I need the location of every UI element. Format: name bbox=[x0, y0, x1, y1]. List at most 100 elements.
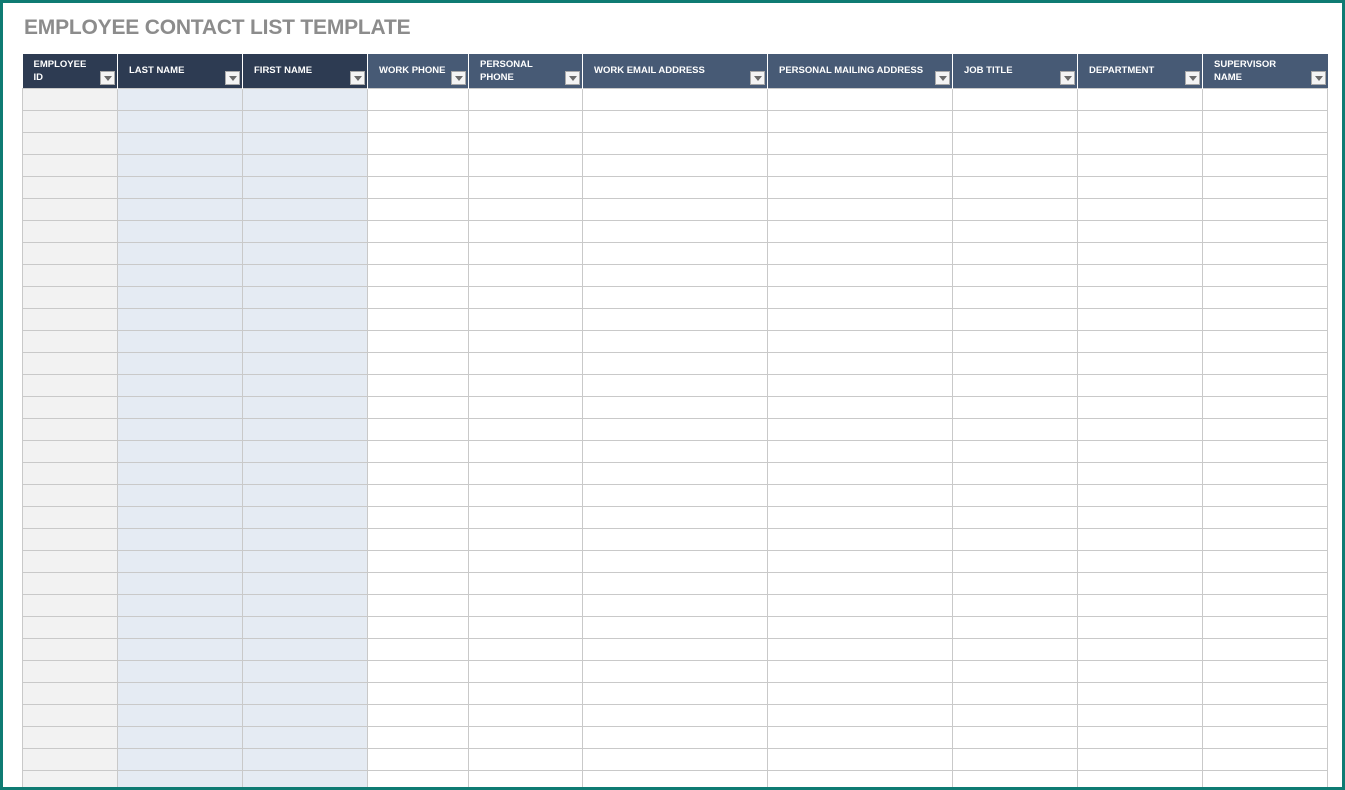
cell-personal-phone[interactable] bbox=[468, 549, 583, 573]
cell-work-phone[interactable] bbox=[367, 439, 469, 463]
cell-personal-mailing[interactable] bbox=[767, 505, 953, 529]
cell-first-name[interactable] bbox=[242, 175, 368, 199]
cell-supervisor-name[interactable] bbox=[1202, 175, 1328, 199]
cell-department[interactable] bbox=[1077, 747, 1203, 771]
cell-supervisor-name[interactable] bbox=[1202, 439, 1328, 463]
cell-personal-phone[interactable] bbox=[468, 725, 583, 749]
cell-first-name[interactable] bbox=[242, 571, 368, 595]
cell-work-phone[interactable] bbox=[367, 395, 469, 419]
cell-job-title[interactable] bbox=[952, 637, 1078, 661]
cell-work-phone[interactable] bbox=[367, 571, 469, 595]
cell-department[interactable] bbox=[1077, 109, 1203, 133]
cell-work-email[interactable] bbox=[582, 263, 768, 287]
cell-department[interactable] bbox=[1077, 153, 1203, 177]
cell-first-name[interactable] bbox=[242, 505, 368, 529]
cell-personal-mailing[interactable] bbox=[767, 263, 953, 287]
cell-employee-id[interactable] bbox=[22, 615, 118, 639]
cell-job-title[interactable] bbox=[952, 307, 1078, 331]
cell-last-name[interactable] bbox=[117, 483, 243, 507]
cell-job-title[interactable] bbox=[952, 571, 1078, 595]
cell-supervisor-name[interactable] bbox=[1202, 659, 1328, 683]
cell-work-phone[interactable] bbox=[367, 175, 469, 199]
cell-personal-mailing[interactable] bbox=[767, 747, 953, 771]
cell-work-email[interactable] bbox=[582, 769, 768, 787]
cell-employee-id[interactable] bbox=[22, 505, 118, 529]
cell-job-title[interactable] bbox=[952, 461, 1078, 485]
cell-job-title[interactable] bbox=[952, 109, 1078, 133]
cell-employee-id[interactable] bbox=[22, 175, 118, 199]
cell-job-title[interactable] bbox=[952, 395, 1078, 419]
cell-department[interactable] bbox=[1077, 637, 1203, 661]
cell-personal-mailing[interactable] bbox=[767, 549, 953, 573]
cell-supervisor-name[interactable] bbox=[1202, 549, 1328, 573]
cell-department[interactable] bbox=[1077, 197, 1203, 221]
cell-employee-id[interactable] bbox=[22, 527, 118, 551]
cell-last-name[interactable] bbox=[117, 131, 243, 155]
cell-last-name[interactable] bbox=[117, 527, 243, 551]
cell-work-phone[interactable] bbox=[367, 373, 469, 397]
cell-employee-id[interactable] bbox=[22, 153, 118, 177]
cell-supervisor-name[interactable] bbox=[1202, 153, 1328, 177]
cell-work-email[interactable] bbox=[582, 725, 768, 749]
cell-last-name[interactable] bbox=[117, 505, 243, 529]
cell-personal-mailing[interactable] bbox=[767, 637, 953, 661]
cell-personal-phone[interactable] bbox=[468, 351, 583, 375]
cell-supervisor-name[interactable] bbox=[1202, 285, 1328, 309]
cell-last-name[interactable] bbox=[117, 307, 243, 331]
cell-department[interactable] bbox=[1077, 483, 1203, 507]
cell-department[interactable] bbox=[1077, 241, 1203, 265]
cell-last-name[interactable] bbox=[117, 285, 243, 309]
cell-department[interactable] bbox=[1077, 263, 1203, 287]
cell-job-title[interactable] bbox=[952, 263, 1078, 287]
cell-work-email[interactable] bbox=[582, 505, 768, 529]
cell-work-phone[interactable] bbox=[367, 703, 469, 727]
cell-job-title[interactable] bbox=[952, 197, 1078, 221]
cell-supervisor-name[interactable] bbox=[1202, 395, 1328, 419]
cell-personal-mailing[interactable] bbox=[767, 219, 953, 243]
cell-job-title[interactable] bbox=[952, 505, 1078, 529]
cell-department[interactable] bbox=[1077, 527, 1203, 551]
cell-last-name[interactable] bbox=[117, 637, 243, 661]
cell-job-title[interactable] bbox=[952, 175, 1078, 199]
cell-personal-mailing[interactable] bbox=[767, 527, 953, 551]
cell-work-phone[interactable] bbox=[367, 131, 469, 155]
cell-personal-mailing[interactable] bbox=[767, 307, 953, 331]
cell-job-title[interactable] bbox=[952, 769, 1078, 787]
cell-work-email[interactable] bbox=[582, 153, 768, 177]
cell-work-phone[interactable] bbox=[367, 659, 469, 683]
cell-personal-phone[interactable] bbox=[468, 747, 583, 771]
cell-personal-phone[interactable] bbox=[468, 329, 583, 353]
cell-first-name[interactable] bbox=[242, 725, 368, 749]
filter-dropdown-icon[interactable] bbox=[935, 70, 950, 85]
cell-work-phone[interactable] bbox=[367, 153, 469, 177]
cell-work-email[interactable] bbox=[582, 549, 768, 573]
cell-work-phone[interactable] bbox=[367, 329, 469, 353]
cell-last-name[interactable] bbox=[117, 329, 243, 353]
cell-supervisor-name[interactable] bbox=[1202, 615, 1328, 639]
cell-department[interactable] bbox=[1077, 681, 1203, 705]
cell-supervisor-name[interactable] bbox=[1202, 571, 1328, 595]
cell-work-email[interactable] bbox=[582, 747, 768, 771]
cell-first-name[interactable] bbox=[242, 769, 368, 787]
filter-dropdown-icon[interactable] bbox=[1185, 70, 1200, 85]
cell-first-name[interactable] bbox=[242, 681, 368, 705]
cell-employee-id[interactable] bbox=[22, 285, 118, 309]
cell-supervisor-name[interactable] bbox=[1202, 373, 1328, 397]
cell-work-email[interactable] bbox=[582, 395, 768, 419]
cell-first-name[interactable] bbox=[242, 615, 368, 639]
cell-job-title[interactable] bbox=[952, 681, 1078, 705]
cell-first-name[interactable] bbox=[242, 395, 368, 419]
cell-personal-mailing[interactable] bbox=[767, 417, 953, 441]
filter-dropdown-icon[interactable] bbox=[451, 70, 466, 85]
cell-work-phone[interactable] bbox=[367, 725, 469, 749]
cell-department[interactable] bbox=[1077, 417, 1203, 441]
cell-department[interactable] bbox=[1077, 505, 1203, 529]
cell-personal-phone[interactable] bbox=[468, 219, 583, 243]
cell-supervisor-name[interactable] bbox=[1202, 219, 1328, 243]
cell-work-email[interactable] bbox=[582, 659, 768, 683]
cell-last-name[interactable] bbox=[117, 769, 243, 787]
cell-personal-phone[interactable] bbox=[468, 373, 583, 397]
cell-first-name[interactable] bbox=[242, 483, 368, 507]
cell-personal-mailing[interactable] bbox=[767, 439, 953, 463]
cell-personal-mailing[interactable] bbox=[767, 175, 953, 199]
